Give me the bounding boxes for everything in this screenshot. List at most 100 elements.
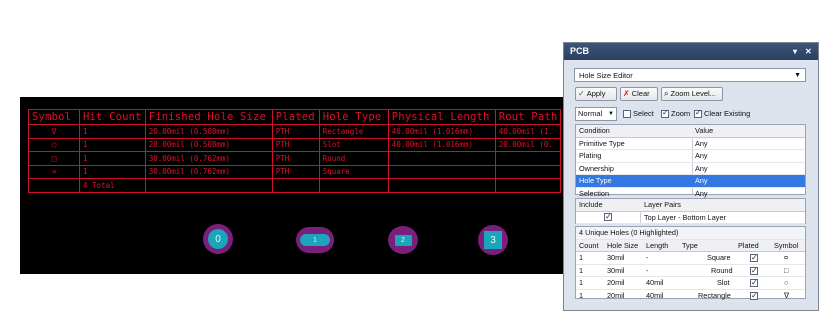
hole-count: 1 [579, 290, 584, 300]
filter-condition: Primitive Type [579, 138, 625, 148]
hole-symbol: □ [784, 265, 789, 275]
pad-0-label: 0 [208, 229, 228, 249]
filter-row[interactable]: Plating Any [576, 150, 805, 163]
drill-table-row: ○ 1 20.00mil (0.508mm) PTH Slot 40.00mil… [28, 137, 562, 152]
zoom-checkbox-label: Zoom [671, 109, 691, 118]
chevron-down-icon: ▼ [608, 111, 614, 117]
clear-button[interactable]: ✗ Clear [620, 87, 658, 101]
hole-type: Square [707, 253, 731, 262]
check-icon: ✓ [662, 107, 669, 117]
hole-row[interactable]: 1 30mil - Round ✓ □ [576, 265, 805, 277]
pad-1[interactable]: 1 [296, 227, 334, 253]
clear-existing-checkbox-box[interactable]: ✓ [694, 108, 702, 118]
clear-existing-checkbox[interactable]: ✓ Clear Existing [694, 108, 751, 118]
filter-row[interactable]: Ownership Any [576, 163, 805, 175]
plated-header: Plated [738, 240, 759, 250]
mode-select[interactable]: Normal ▼ [575, 107, 617, 121]
zoom-level-button[interactable]: ⌕ Zoom Level... [661, 87, 723, 101]
pad-3-label: 3 [484, 231, 502, 249]
apply-button[interactable]: ✓ Apply [575, 87, 617, 101]
symbol-header: Symbol [774, 240, 799, 250]
drill-length [387, 151, 496, 166]
hole-size: 20mil [607, 290, 625, 300]
filter-grid: Condition Value Primitive Type Any Plati… [575, 124, 806, 200]
hole-type: Rectangle [698, 290, 731, 300]
filter-condition: Hole Type [579, 176, 612, 185]
holes-grid: 4 Unique Holes (0 Highlighted) Count Hol… [575, 226, 806, 302]
pcb-panel: PCB ▾ ✕ Hole Size Editor ▼ ✓ Apply ✗ Clear… [563, 42, 819, 311]
hole-type: Round [711, 265, 733, 275]
zoom-checkbox-box[interactable]: ✓ [661, 107, 669, 118]
drill-plated: PTH [271, 124, 320, 139]
layer-pair-row[interactable]: ✓ Top Layer - Bottom Layer [576, 212, 805, 224]
col-symbol: Symbol [28, 109, 80, 125]
drill-length [387, 164, 496, 179]
col-finished-hole-size: Finished Hole Size [144, 109, 273, 125]
clear-icon: ✗ [623, 89, 630, 98]
include-header: Include [579, 200, 603, 209]
drill-hits: 1 [79, 164, 146, 179]
pcb-canvas[interactable]: Symbol Hit Count Finished Hole Size Plat… [20, 97, 570, 274]
hole-length: - [646, 253, 649, 262]
apply-icon: ✓ [578, 89, 585, 98]
editor-select[interactable]: Hole Size Editor ▼ [574, 68, 806, 82]
hole-size: 30mil [607, 253, 625, 262]
filter-row[interactable]: Primitive Type Any [576, 138, 805, 150]
hole-count: 1 [579, 278, 584, 287]
drill-length: 40.00mil (1.016mm) [387, 124, 496, 139]
hole-type: Slot [717, 278, 730, 287]
col-physical-length: Physical Length [387, 109, 496, 125]
drill-type: Slot [318, 137, 389, 152]
filter-row-selected[interactable]: Hole Type Any [576, 175, 805, 188]
count-header: Count [579, 240, 599, 250]
hole-symbol: ○ [784, 278, 789, 287]
zoom-checkbox[interactable]: ✓ Zoom [661, 107, 691, 118]
chevron-down-icon: ▼ [794, 72, 801, 79]
drill-plated: PTH [271, 137, 320, 152]
layer-pairs-header-label: Layer Pairs [644, 200, 681, 209]
holes-summary: 4 Unique Holes (0 Highlighted) [579, 228, 679, 237]
editor-select-value: Hole Size Editor [579, 71, 633, 80]
drill-type: Rectangle [318, 124, 389, 139]
apply-button-label: Apply [586, 89, 606, 98]
length-header: Length [646, 240, 669, 250]
drill-hits: 1 [79, 151, 146, 166]
panel-menu-button[interactable]: ▾ [793, 43, 797, 60]
pad-3[interactable]: 3 [478, 225, 508, 255]
pad-2[interactable]: 2 [388, 226, 418, 254]
filter-condition: Ownership [579, 163, 614, 173]
hole-length: - [646, 265, 649, 275]
clear-existing-checkbox-label: Clear Existing [704, 109, 751, 118]
hole-symbol: ¤ [784, 253, 789, 262]
holes-grid-header: Count Hole Size Length Type Plated Symbo… [576, 239, 805, 252]
pad-1-label: 1 [300, 234, 330, 246]
hole-row[interactable]: 1 30mil - Square ✓ ¤ [576, 252, 805, 265]
panel-close-button[interactable]: ✕ [805, 43, 812, 60]
drill-rout [494, 164, 562, 179]
select-checkbox-box[interactable] [623, 109, 631, 118]
drill-plated: PTH [271, 164, 320, 179]
drill-table-row: ¤ 1 30.00mil (0.762mm) PTH Square [28, 164, 562, 179]
drill-table-total-row: 4 Total [28, 178, 562, 193]
check-icon: ✓ [751, 253, 758, 262]
condition-header: Condition [579, 126, 610, 135]
pad-0[interactable]: 0 [203, 224, 233, 254]
hole-row[interactable]: 1 20mil 40mil Rectangle ✓ ∇ [576, 290, 805, 302]
drill-hits: 1 [79, 124, 146, 139]
filter-value: Any [695, 151, 708, 160]
pad-2-label: 2 [394, 234, 412, 246]
zoom-level-button-label: Zoom Level... [670, 89, 716, 98]
select-checkbox[interactable]: Select [623, 109, 654, 118]
drill-table-header: Symbol Hit Count Finished Hole Size Plat… [28, 109, 562, 125]
drill-type: Round [318, 151, 389, 166]
mode-select-value: Normal [578, 109, 603, 118]
drill-type: Square [318, 164, 389, 179]
panel-title: PCB [570, 46, 590, 56]
hole-row[interactable]: 1 20mil 40mil Slot ✓ ○ [576, 277, 805, 290]
check-icon: ✓ [751, 278, 758, 287]
type-header: Type [682, 240, 698, 250]
drill-size: 30.00mil (0.762mm) [144, 164, 273, 179]
hole-size: 20mil [607, 278, 625, 287]
hole-size: 30mil [607, 265, 625, 275]
filter-value: Any [695, 138, 708, 148]
